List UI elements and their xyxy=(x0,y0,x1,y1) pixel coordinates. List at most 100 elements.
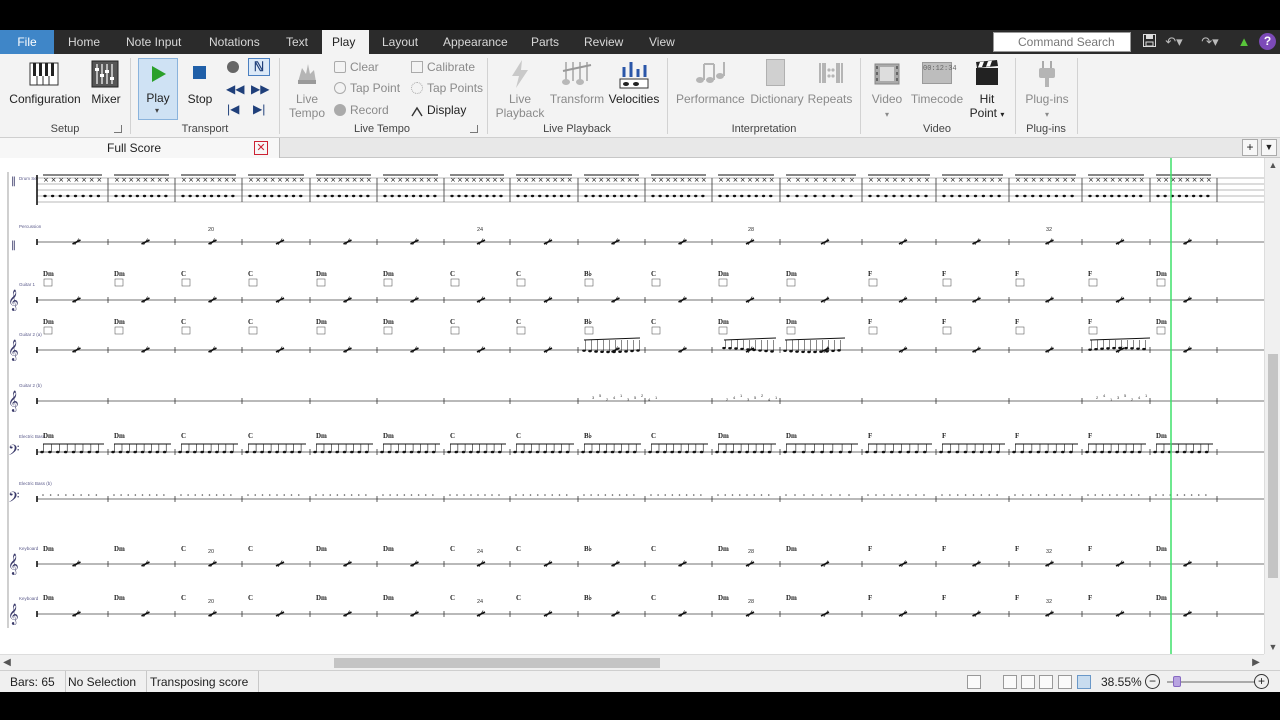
tab-number xyxy=(724,494,727,496)
drum-note: × xyxy=(868,176,874,184)
performance-button[interactable]: Performance xyxy=(676,92,745,106)
video-button[interactable]: Video ▾ xyxy=(866,92,908,120)
tab-notations[interactable]: Notations xyxy=(199,30,270,54)
add-tab-icon[interactable]: + xyxy=(1242,139,1258,156)
clear-button[interactable]: Clear xyxy=(334,58,379,76)
vertical-scrollbar[interactable]: ▲ ▼ xyxy=(1264,158,1280,654)
configuration-button[interactable]: Configuration xyxy=(8,92,82,106)
mixer-button[interactable]: Mixer xyxy=(86,92,126,106)
velocities-button[interactable]: Velocities xyxy=(607,92,661,106)
drum-note: × xyxy=(1156,176,1162,184)
live-tempo-dialog-launcher[interactable] xyxy=(470,125,478,133)
stop-button[interactable]: Stop xyxy=(182,92,218,106)
play-button[interactable]: Play ▾ xyxy=(138,58,178,120)
record-icon[interactable] xyxy=(227,61,239,73)
help-icon[interactable]: ? xyxy=(1259,33,1276,50)
tap-point-button[interactable]: Tap Point xyxy=(334,79,400,97)
tab-view[interactable]: View xyxy=(639,30,685,54)
redo-icon[interactable]: ↷▾ xyxy=(1196,34,1224,50)
transform-button[interactable]: Transform xyxy=(548,92,606,106)
tab-play[interactable]: Play xyxy=(322,30,369,54)
tab-text[interactable]: Text xyxy=(276,30,318,54)
live-tempo-button[interactable]: Live Tempo xyxy=(285,92,329,120)
panorama-view-icon[interactable] xyxy=(967,675,981,689)
dictionary-button[interactable]: Dictionary xyxy=(748,92,806,106)
tab-review[interactable]: Review xyxy=(574,30,633,54)
tab-menu-icon[interactable]: ▼ xyxy=(1261,139,1277,156)
tab-file[interactable]: File xyxy=(0,30,54,54)
drum-note xyxy=(344,194,349,198)
go-to-start-icon[interactable]: |◀ xyxy=(227,102,239,116)
drum-note xyxy=(997,194,1001,198)
chord-symbol: Dm xyxy=(43,594,54,602)
separator xyxy=(279,58,280,134)
record-live-tempo-button[interactable]: Record xyxy=(334,101,389,119)
drum-note xyxy=(299,194,303,198)
go-to-end-icon[interactable]: ▶| xyxy=(253,102,265,116)
repeats-button[interactable]: Repeats xyxy=(806,92,854,106)
horizontal-scrollbar[interactable]: ◀ ▶ xyxy=(0,654,1264,670)
tab-appearance[interactable]: Appearance xyxy=(433,30,518,54)
display-button[interactable]: Display xyxy=(411,101,466,119)
panorama-selected-icon[interactable] xyxy=(1077,675,1091,689)
drum-note: × xyxy=(687,176,693,184)
transposing-status[interactable]: Transposing score xyxy=(140,671,260,693)
chord-symbol: F xyxy=(868,318,872,326)
melody-note xyxy=(618,350,622,353)
drum-note xyxy=(216,194,221,198)
drum-note xyxy=(1070,194,1074,198)
score-canvas[interactable]: Drum Set ‖ × × × × × × × × × × × × × × × × × × × × × × × × × × × × × × ×… xyxy=(0,158,1264,654)
vertical-scroll-thumb[interactable] xyxy=(1268,354,1278,578)
tap-points-button[interactable]: Tap Points xyxy=(411,79,483,97)
undo-icon[interactable]: ↶▾ xyxy=(1163,34,1185,50)
scroll-up-icon[interactable]: ▲ xyxy=(1265,158,1280,172)
live-playback-button[interactable]: Live Playback xyxy=(494,92,546,120)
chord-symbol: Dm xyxy=(383,270,394,278)
document-tab-full-score[interactable]: Full Score ✕ xyxy=(0,138,280,158)
drum-note: × xyxy=(1110,176,1116,184)
single-page-icon[interactable] xyxy=(1058,675,1072,689)
instrument-name: Guitar 2 (b) xyxy=(19,383,42,388)
zoom-slider-thumb[interactable] xyxy=(1173,676,1181,687)
tab-note-input[interactable]: Note Input xyxy=(116,30,191,54)
setup-dialog-launcher[interactable] xyxy=(114,125,122,133)
calibrate-button[interactable]: Calibrate xyxy=(411,58,475,76)
tab-number xyxy=(336,494,339,496)
melody-note xyxy=(600,350,604,354)
scroll-left-icon[interactable]: ◀ xyxy=(0,655,14,671)
drum-note: × xyxy=(89,176,95,184)
chord-diagram xyxy=(248,326,258,335)
tab-home[interactable]: Home xyxy=(58,30,110,54)
rewind-icon[interactable]: ◀◀ xyxy=(226,82,244,96)
hit-point-button[interactable]: Hit Point ▾ xyxy=(966,92,1008,122)
bass-note xyxy=(394,450,399,454)
save-icon[interactable] xyxy=(1142,34,1156,50)
drum-note: × xyxy=(840,176,846,184)
tab-parts[interactable]: Parts xyxy=(521,30,569,54)
pages-side-by-side-icon[interactable] xyxy=(1003,675,1017,689)
scroll-right-icon[interactable]: ▶ xyxy=(1249,655,1263,671)
tab-number xyxy=(1162,494,1164,496)
tab-layout[interactable]: Layout xyxy=(372,30,428,54)
move-playback-line-icon[interactable]: ℕ xyxy=(248,58,270,76)
drum-note: × xyxy=(1103,176,1109,184)
close-icon[interactable]: ✕ xyxy=(254,141,268,155)
tab-number xyxy=(1123,494,1126,496)
triangle-up-icon[interactable]: ▲ xyxy=(1237,34,1251,50)
timecode-button[interactable]: Timecode xyxy=(908,92,966,106)
zoom-in-icon[interactable]: + xyxy=(1254,674,1269,689)
bass-note xyxy=(387,450,392,454)
bass-note xyxy=(1160,450,1165,454)
command-search-input[interactable]: Command Search xyxy=(993,32,1131,52)
pages-horizontal-icon[interactable] xyxy=(1039,675,1053,689)
zoom-out-icon[interactable]: − xyxy=(1145,674,1160,689)
horizontal-scroll-thumb[interactable] xyxy=(334,658,660,668)
melody-note xyxy=(837,349,841,352)
fast-forward-icon[interactable]: ▶▶ xyxy=(251,82,269,96)
pages-vertical-icon[interactable] xyxy=(1021,675,1035,689)
drum-note: × xyxy=(1023,176,1029,184)
scroll-down-icon[interactable]: ▼ xyxy=(1265,640,1280,654)
plug-ins-button[interactable]: Plug-ins ▾ xyxy=(1019,92,1075,120)
bass-note xyxy=(40,450,44,454)
chord-diagram xyxy=(114,278,124,287)
